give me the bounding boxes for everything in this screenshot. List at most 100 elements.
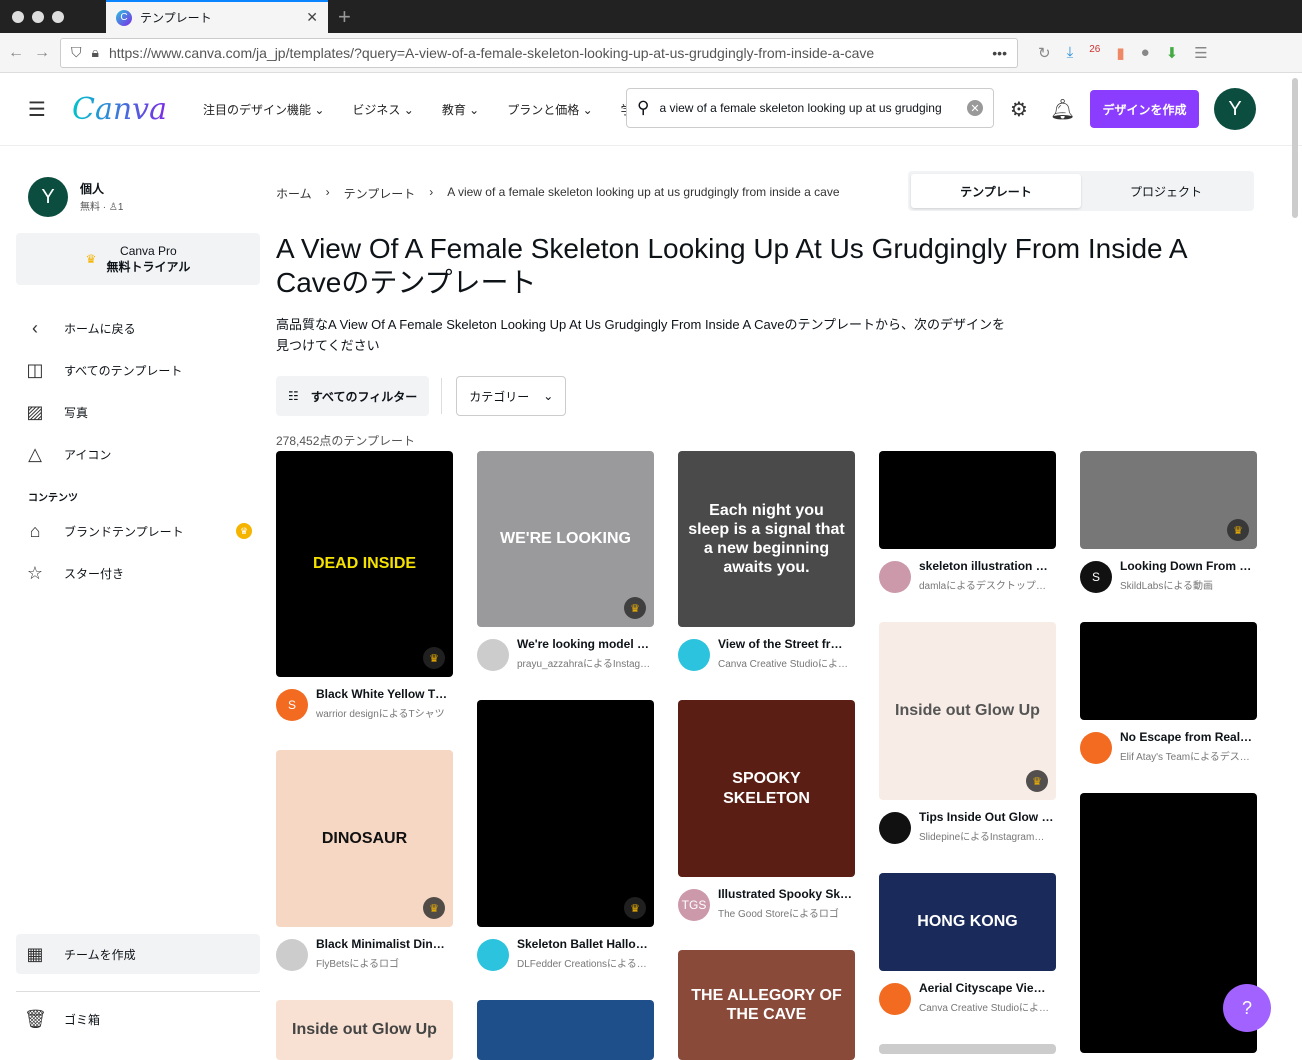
creator-avatar[interactable]: S [1080,561,1112,593]
template-title[interactable]: Illustrated Spooky Sk… [718,887,853,901]
category-dropdown[interactable]: カテゴリー ⌄ [456,376,567,416]
reload-icon[interactable]: ↻ [1038,44,1051,62]
new-tab-icon[interactable]: + [338,4,351,30]
sidebar-item-trash[interactable]: 🗑︎ ゴミ箱 [16,994,260,1044]
sidebar-item-photos[interactable]: ▨ 写真 [16,391,260,433]
template-card[interactable]: ♛ Skeleton Ballet Hallo… DLFedder Creation… [477,700,654,1000]
template-card[interactable]: DEAD INSIDE ♛ S Black White Yellow T… warrio… [276,451,453,750]
nav-education[interactable]: 教育 ⌄ [442,101,479,118]
close-tab-icon[interactable]: ✕ [306,9,318,26]
template-thumbnail[interactable] [477,1000,654,1060]
window-controls[interactable] [12,11,64,23]
template-thumbnail[interactable]: SPOOKY SKELETON [678,700,855,877]
template-title[interactable]: Looking Down From … [1120,559,1255,573]
creator-avatar[interactable] [879,812,911,844]
sidebar-item-brand-templates[interactable]: ⌂ ブランドテンプレート ♛ [16,510,260,552]
bell-icon[interactable]: 🔔︎ [1050,97,1075,122]
template-title[interactable]: View of the Street fr… [718,637,853,651]
template-title[interactable]: Aerial Cityscape View… [919,981,1054,995]
template-card[interactable]: THE ALLEGORY OF THE CAVE [678,950,855,1060]
template-thumbnail[interactable]: DEAD INSIDE ♛ [276,451,453,677]
creator-avatar[interactable] [477,939,509,971]
more-icon[interactable]: ••• [992,45,1007,61]
template-title[interactable]: Tips Inside Out Glow … [919,810,1054,824]
clear-search-icon[interactable]: ✕ [967,100,983,116]
template-card[interactable]: Inside out Glow Up [276,1000,453,1060]
search-input[interactable]: ⚲ a view of a female skeleton looking up … [626,88,994,128]
hamburger-menu-icon[interactable]: ☰ [28,97,58,122]
template-title[interactable]: Black Minimalist Dino… [316,937,451,951]
template-title[interactable]: Skeleton Ballet Hallo… [517,937,652,951]
template-thumbnail[interactable]: DINOSAUR ♛ [276,750,453,927]
template-thumbnail[interactable]: Inside out Glow Up [276,1000,453,1060]
sidebar-item-all-templates[interactable]: ◫ すべてのテンプレート [16,349,260,391]
creator-avatar[interactable] [879,561,911,593]
sidebar-item-icons[interactable]: △ アイコン [16,433,260,475]
template-thumbnail[interactable] [879,1044,1056,1054]
template-card[interactable]: ♛ S Looking Down From … SkildLabsによる動画 [1080,451,1257,622]
search-value: a view of a female skeleton looking up a… [659,101,942,115]
template-thumbnail[interactable]: Inside out Glow Up ♛ [879,622,1056,800]
creator-avatar[interactable] [477,639,509,671]
template-title[interactable]: Black White Yellow T… [316,687,451,701]
scrollbar[interactable] [1292,78,1298,218]
template-title[interactable]: We're looking model i… [517,637,652,651]
template-thumbnail[interactable] [879,451,1056,549]
menu-icon[interactable]: ☰ [1194,44,1207,62]
all-filters-button[interactable]: ☷ すべてのフィルター [276,376,430,416]
template-thumbnail[interactable]: WE'RE LOOKING ♛ [477,451,654,627]
nav-featured[interactable]: 注目のデザイン機能 ⌄ [203,101,324,118]
creator-avatar[interactable] [276,939,308,971]
breadcrumb-templates[interactable]: テンプレート [344,185,416,202]
extension-download-icon[interactable]: ⬇ [1166,44,1179,62]
extension-badge[interactable]: 26 [1089,44,1100,62]
template-title[interactable]: skeleton illustration … [919,559,1054,573]
template-card[interactable]: Inside out Glow Up ♛ Tips Inside Out Glow … [879,622,1056,873]
browser-tab[interactable]: C テンプレート ✕ [106,0,328,33]
creator-avatar[interactable] [678,639,710,671]
canva-pro-trial-button[interactable]: ♛ Canva Pro 無料トライアル [16,233,260,285]
template-card[interactable]: Each night you sleep is a signal that a … [678,451,855,700]
creator-avatar[interactable] [879,983,911,1015]
template-thumbnail[interactable]: Each night you sleep is a signal that a … [678,451,855,627]
template-title[interactable]: No Escape from Reali… [1120,730,1255,744]
nav-business[interactable]: ビジネス ⌄ [352,101,413,118]
template-card[interactable]: skeleton illustration … damlaによるデスクトップ壁紙 [879,451,1056,622]
template-thumbnail[interactable]: ♛ [477,700,654,927]
template-card[interactable] [879,1044,1056,1054]
tab-projects[interactable]: プロジェクト [1081,174,1251,208]
breadcrumb-home[interactable]: ホーム [276,185,312,202]
profile[interactable]: Y 個人 無料 · ♙1 [28,177,260,217]
creator-avatar[interactable] [1080,732,1112,764]
download-icon[interactable]: ⤓ [1067,44,1074,62]
template-card[interactable]: WE'RE LOOKING ♛ We're looking model i… pray… [477,451,654,700]
template-card[interactable]: DINOSAUR ♛ Black Minimalist Dino… FlyBetsによ… [276,750,453,1000]
extension-icon[interactable]: ▮ [1116,44,1124,62]
template-thumbnail[interactable]: ♛ [1080,451,1257,549]
creator-avatar[interactable]: TGS [678,889,710,921]
template-card[interactable]: HONG KONG Aerial Cityscape View… Canva Cre… [879,873,1056,1044]
back-icon[interactable]: ← [8,44,24,62]
template-thumbnail[interactable]: HONG KONG [879,873,1056,971]
thumbnail-text [958,490,978,510]
thumbnail-text [1159,913,1179,933]
create-team-button[interactable]: ▦ チームを作成 [16,934,260,974]
creator-avatar[interactable]: S [276,689,308,721]
create-design-button[interactable]: デザインを作成 [1090,90,1199,128]
template-card[interactable]: No Escape from Reali… Elif Atay's Teamによる… [1080,622,1257,793]
template-thumbnail[interactable]: THE ALLEGORY OF THE CAVE [678,950,855,1060]
gear-icon[interactable]: ⚙ [1010,97,1028,122]
template-card[interactable] [477,1000,654,1060]
template-card[interactable]: SPOOKY SKELETON TGS Illustrated Spooky Sk…… [678,700,855,950]
tab-templates[interactable]: テンプレート [911,174,1081,208]
avatar[interactable]: Y [1214,88,1256,130]
help-button[interactable]: ? [1223,984,1271,1032]
forward-icon[interactable]: → [34,44,50,62]
extension-icon[interactable]: ● [1141,44,1150,62]
template-thumbnail[interactable] [1080,622,1257,720]
address-bar[interactable]: ⛉ 🔒︎ https://www.canva.com/ja_jp/templates… [60,37,1018,68]
sidebar-item-home[interactable]: ‹ ホームに戻る [16,307,260,349]
canva-logo[interactable]: Canva [72,92,167,127]
sidebar-item-starred[interactable]: ☆ スター付き [16,552,260,594]
nav-pricing[interactable]: プランと価格 ⌄ [507,101,592,118]
